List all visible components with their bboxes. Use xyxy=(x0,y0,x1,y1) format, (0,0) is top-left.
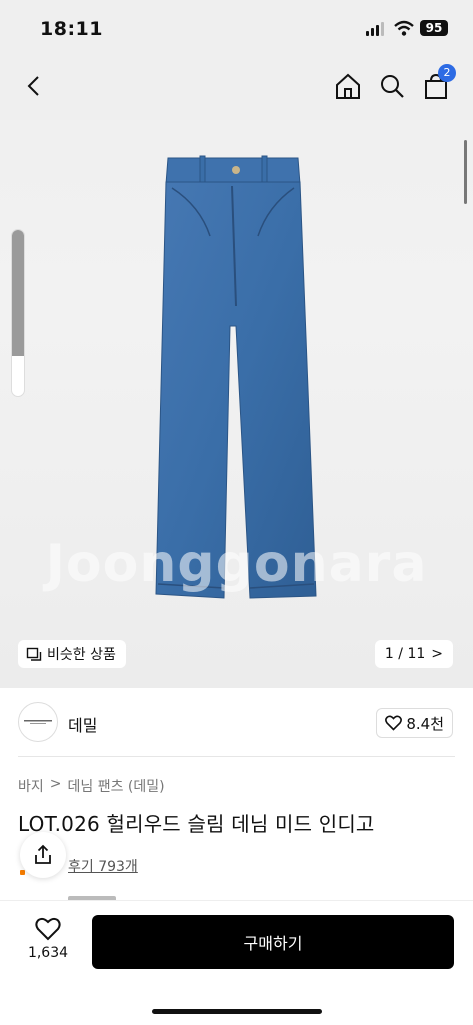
reviews-link[interactable]: 후기 793개 xyxy=(68,856,138,876)
top-navigation: 2 xyxy=(0,56,473,120)
seller-like-count: 8.4천 xyxy=(406,714,444,733)
wifi-icon xyxy=(394,20,414,36)
seller-like-button[interactable]: 8.4천 xyxy=(376,708,453,738)
rating-star-icon xyxy=(20,870,25,875)
divider xyxy=(18,756,455,757)
status-bar: 18:11 95 xyxy=(0,0,473,56)
cart-button[interactable]: 2 xyxy=(420,64,456,102)
share-button[interactable] xyxy=(20,832,66,878)
chevron-right-icon: > xyxy=(431,646,443,662)
home-icon xyxy=(336,73,360,99)
back-button[interactable] xyxy=(18,70,50,102)
breadcrumb-separator: > xyxy=(49,776,62,792)
similar-icon xyxy=(26,647,42,661)
heart-icon xyxy=(385,715,403,731)
search-button[interactable] xyxy=(376,70,408,102)
scroll-indicator xyxy=(464,140,467,204)
image-zoom-slider[interactable] xyxy=(12,230,24,396)
image-page-counter[interactable]: 1 / 11 > xyxy=(374,640,453,668)
image-zoom-slider-fill xyxy=(12,230,24,357)
search-icon xyxy=(381,75,404,98)
similar-products-label: 비슷한 상품 xyxy=(47,647,116,663)
breadcrumb-subcategory[interactable]: 데님 팬츠 (데밀) xyxy=(68,776,165,796)
cart-count-badge: 2 xyxy=(438,64,456,82)
seller-name[interactable]: 데밀 xyxy=(68,712,97,736)
battery-indicator: 95 xyxy=(420,20,448,36)
seller-logo[interactable] xyxy=(18,702,58,742)
bottom-action-bar: 1,634 구매하기 xyxy=(0,900,473,1025)
status-time: 18:11 xyxy=(40,18,103,40)
product-title: LOT.026 헐리우드 슬림 데님 미드 인디고 xyxy=(18,812,375,836)
seller-logo-mark xyxy=(24,720,52,724)
wishlist-count: 1,634 xyxy=(27,945,69,961)
page-counter-text: 1 / 11 xyxy=(384,646,426,662)
back-icon xyxy=(27,76,39,96)
cellular-signal-icon xyxy=(366,22,384,36)
breadcrumb-category[interactable]: 바지 xyxy=(18,776,44,796)
seller-row[interactable]: 데밀 8.4천 xyxy=(0,688,473,756)
wishlist-button[interactable]: 1,634 xyxy=(24,917,72,961)
share-icon xyxy=(35,844,51,864)
home-button[interactable] xyxy=(332,70,364,102)
similar-products-button[interactable]: 비슷한 상품 xyxy=(18,640,126,668)
buy-button[interactable]: 구매하기 xyxy=(92,915,454,969)
watermark: Joonggonara xyxy=(45,534,428,594)
product-image-gallery[interactable]: Joonggonara 비슷한 상품 1 / 11 > xyxy=(0,56,473,688)
home-indicator xyxy=(152,1009,322,1014)
breadcrumb: 바지 > 데님 팬츠 (데밀) xyxy=(18,776,165,796)
heart-icon xyxy=(35,917,61,941)
